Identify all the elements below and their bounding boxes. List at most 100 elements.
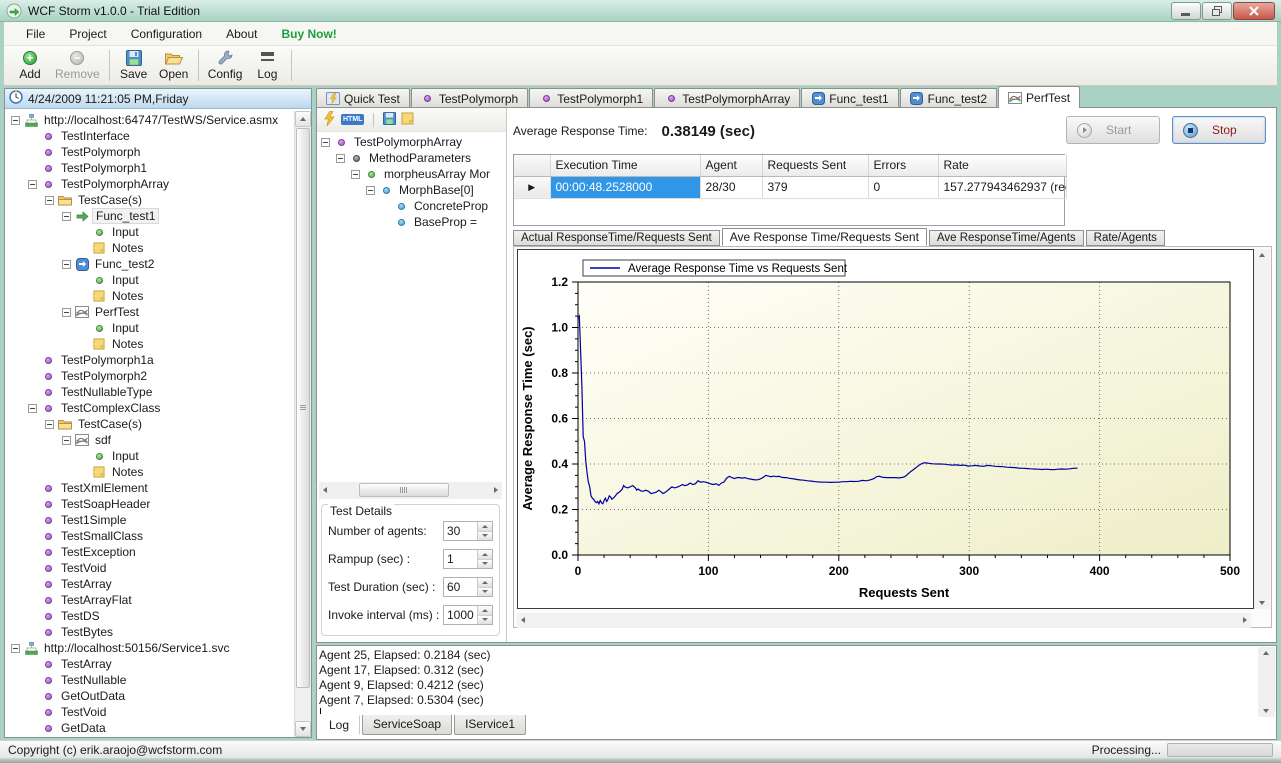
cell-requests-sent[interactable]: 379 [762, 176, 868, 198]
tree-item-notes[interactable]: Notes [5, 336, 294, 352]
spinner-down-icon[interactable] [478, 588, 492, 597]
tree-item-http-localhost-64747-testws-service-asmx[interactable]: http://localhost:64747/TestWS/Service.as… [5, 112, 294, 128]
tree-item-morphbase-0[interactable]: MorphBase[0] [319, 182, 506, 198]
spinner-up-icon[interactable] [478, 606, 492, 616]
tree-item-testxmlelement[interactable]: TestXmlElement [5, 480, 294, 496]
col-execution-time[interactable]: Execution Time [550, 155, 700, 176]
tree-item-testpolymorpharray[interactable]: TestPolymorphArray [319, 134, 506, 150]
tree-item-testvoid[interactable]: TestVoid [5, 560, 294, 576]
col-agent[interactable]: Agent [700, 155, 762, 176]
tree-item-testsoapheader[interactable]: TestSoapHeader [5, 496, 294, 512]
tree-item-baseprop[interactable]: BaseProp = [319, 214, 506, 230]
tab-perftest[interactable]: PerfTest [998, 86, 1080, 108]
start-button[interactable]: Start [1066, 116, 1160, 144]
tree-item-input[interactable]: Input [5, 272, 294, 288]
expander-minus-icon[interactable] [366, 186, 375, 195]
tab-testpolymorph1[interactable]: TestPolymorph1 [529, 88, 653, 108]
expander-minus-icon[interactable] [336, 154, 345, 163]
close-button[interactable] [1233, 2, 1275, 20]
notes-small-icon[interactable] [401, 112, 414, 128]
col-errors[interactable]: Errors [868, 155, 938, 176]
left-tree-scrollbar[interactable] [294, 111, 311, 737]
tab-testpolymorph[interactable]: TestPolymorph [411, 88, 528, 108]
parameters-hscrollbar[interactable] [319, 482, 502, 499]
expander-minus-icon[interactable] [62, 308, 71, 317]
spinner-down-icon[interactable] [478, 616, 492, 625]
expander-minus-icon[interactable] [62, 436, 71, 445]
tree-item-perftest[interactable]: PerfTest [5, 304, 294, 320]
col-rate[interactable]: Rate [938, 155, 1066, 176]
spinner-up-icon[interactable] [478, 550, 492, 560]
expander-minus-icon[interactable] [62, 212, 71, 221]
tree-item-morpheusarray-mor[interactable]: morpheusArray Mor [319, 166, 506, 182]
scroll-up-icon[interactable] [295, 111, 311, 127]
spinner-up-icon[interactable] [478, 522, 492, 532]
spinner-up-icon[interactable] [478, 578, 492, 588]
tree-item-sdf[interactable]: sdf [5, 432, 294, 448]
expander-minus-icon[interactable] [11, 644, 20, 653]
config-button[interactable]: Config [203, 46, 248, 85]
stop-button[interactable]: Stop [1172, 116, 1266, 144]
invoke-lightning-icon[interactable] [323, 111, 336, 129]
tree-item-concreteprop[interactable]: ConcreteProp [319, 198, 506, 214]
menu-item-configuration[interactable]: Configuration [119, 24, 214, 44]
tree-item-notes[interactable]: Notes [5, 288, 294, 304]
tree-item-testcase-s[interactable]: TestCase(s) [5, 416, 294, 432]
tree-item-input[interactable]: Input [5, 448, 294, 464]
cell-rate[interactable]: 157.277943462937 (req/min) [938, 176, 1066, 198]
chart-tab-ave-response-time-requests-sent[interactable]: Ave Response Time/Requests Sent [722, 228, 927, 246]
tree-item-testpolymorph2[interactable]: TestPolymorph2 [5, 368, 294, 384]
log-vscrollbar[interactable] [1258, 647, 1275, 717]
col-requests-sent[interactable]: Requests Sent [762, 155, 868, 176]
tree-item-input[interactable]: Input [5, 224, 294, 240]
tree-item-methodparameters[interactable]: MethodParameters [319, 150, 506, 166]
menu-item-file[interactable]: File [14, 24, 57, 44]
tree-item-testcomplexclass[interactable]: TestComplexClass [5, 400, 294, 416]
expander-minus-icon[interactable] [28, 404, 37, 413]
tree-item-func-test2[interactable]: Func_test2 [5, 256, 294, 272]
tree-item-testexception[interactable]: TestException [5, 544, 294, 560]
minimize-button[interactable] [1171, 2, 1201, 20]
cell-execution-time[interactable]: 00:00:48.2528000 [550, 176, 700, 198]
log-tab-iservice1[interactable]: IService1 [454, 715, 526, 735]
log-tab-servicesoap[interactable]: ServiceSoap [362, 715, 452, 735]
tree-item-notes[interactable]: Notes [5, 240, 294, 256]
log-button[interactable]: Log [247, 46, 287, 85]
expander-minus-icon[interactable] [45, 196, 54, 205]
tree-item-testvoid[interactable]: TestVoid [5, 704, 294, 720]
hscroll-thumb[interactable] [359, 483, 449, 497]
number-of-agents-spinner[interactable]: 30 [443, 521, 493, 541]
tree-item-testarrayflat[interactable]: TestArrayFlat [5, 592, 294, 608]
remove-button[interactable]: −Remove [50, 46, 105, 85]
tab-func-test1[interactable]: Func_test1 [801, 88, 898, 108]
chart-tab-rate-agents[interactable]: Rate/Agents [1086, 230, 1165, 246]
add-button[interactable]: +Add [10, 46, 50, 85]
cell-agent[interactable]: 28/30 [700, 176, 762, 198]
menu-item-project[interactable]: Project [57, 24, 118, 44]
html-view-icon[interactable]: HTML [341, 114, 364, 125]
tree-item-testcase-s[interactable]: TestCase(s) [5, 192, 294, 208]
chart-tab-actual-responsetime-requests-sent[interactable]: Actual ResponseTime/Requests Sent [513, 230, 720, 246]
tree-item-testinterface[interactable]: TestInterface [5, 128, 294, 144]
tree-item-test1simple[interactable]: Test1Simple [5, 512, 294, 528]
rampup-sec-spinner[interactable]: 1 [443, 549, 493, 569]
scroll-down-icon[interactable] [295, 721, 311, 737]
grid-data-row[interactable]: ▶00:00:48.252800028/303790157.2779434629… [514, 176, 1066, 198]
chart-hscrollbar[interactable] [517, 613, 1251, 628]
expander-minus-icon[interactable] [45, 420, 54, 429]
save-small-icon[interactable] [383, 112, 396, 128]
tab-testpolymorpharray[interactable]: TestPolymorphArray [654, 88, 800, 108]
tree-item-notes[interactable]: Notes [5, 464, 294, 480]
scroll-thumb[interactable] [296, 128, 310, 688]
menu-item-buy-now[interactable]: Buy Now! [269, 24, 348, 44]
tree-item-http-localhost-50156-service1-svc[interactable]: http://localhost:50156/Service1.svc [5, 640, 294, 656]
restore-button[interactable] [1202, 2, 1232, 20]
tree-item-testbytes[interactable]: TestBytes [5, 624, 294, 640]
test-duration-sec-spinner[interactable]: 60 [443, 577, 493, 597]
tree-item-testpolymorph1a[interactable]: TestPolymorph1a [5, 352, 294, 368]
tree-item-testarray[interactable]: TestArray [5, 576, 294, 592]
tree-item-input[interactable]: Input [5, 320, 294, 336]
spinner-down-icon[interactable] [478, 532, 492, 541]
expander-minus-icon[interactable] [321, 138, 330, 147]
tree-item-getoutdata[interactable]: GetOutData [5, 688, 294, 704]
